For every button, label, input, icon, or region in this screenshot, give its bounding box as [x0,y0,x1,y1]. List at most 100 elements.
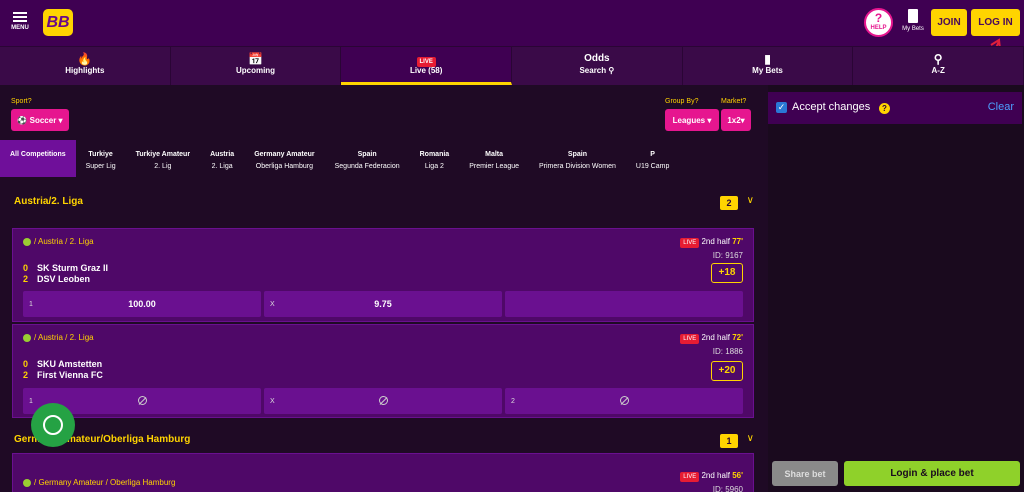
chevron-down-icon: ∨ [746,195,754,206]
competition-league: U19 Camp [635,163,670,170]
home-name: SKU Amstetten [37,359,103,369]
event-card[interactable]: / Austria / 2. Liga LIVE 2nd half 72' ID… [12,324,754,418]
competition-country: Malta [485,151,504,158]
my-bets-top-label: My Bets [902,26,924,32]
more-markets-button[interactable]: +18 [711,263,743,283]
menu-label: MENU [11,25,29,31]
league-group-header[interactable]: Germany Amateur/Oberliga Hamburg 1 ∨ [8,431,768,451]
login-place-bet-button[interactable]: Login & place bet [844,461,1020,486]
sport-value: Soccer [29,115,57,125]
my-bets-top-button[interactable]: My Bets [899,9,927,32]
competition-tab[interactable]: P U19 Camp [626,140,679,177]
event-path-text: / Austria / 2. Liga [34,237,94,246]
competition-league: 2. Lig [154,163,172,170]
question-icon: ? [874,11,883,25]
away-team: 2 DSV Leoben [23,274,90,284]
event-period: 2nd half [701,237,730,246]
odd-label: 1 [29,397,33,405]
live-badge: LIVE [680,472,700,482]
locked-icon [378,395,388,405]
tab-a-z[interactable]: ⚲ A-Z [853,47,1024,85]
competition-tab[interactable]: Spain Primera Division Women [529,140,626,177]
groupby-select[interactable]: Leagues ▾ [665,109,719,131]
ticket-icon [908,9,918,23]
whatsapp-button[interactable] [31,403,75,447]
odd-button-home[interactable]: 1 100.00 [23,291,261,317]
logo[interactable]: BB [43,9,73,36]
competition-tab[interactable]: Germany Amateur Oberliga Hamburg [244,140,324,177]
competition-country: Turkiye [88,151,113,158]
login-button[interactable]: LOG IN [971,9,1020,36]
competition-tab[interactable]: Romania Liga 2 [410,140,460,177]
accept-changes-row: ✓ Accept changes ? Clear [768,92,1022,124]
sport-select[interactable]: ⚽ Soccer ▾ [11,109,69,131]
odds-row: 1 100.00 X 9.75 [23,291,743,317]
sport-label: Sport? [11,98,32,105]
home-team: 0 SK Sturm Graz II [23,263,108,273]
tab-label: My Bets [752,66,783,75]
event-id: ID: 5960 [712,485,743,492]
odd-button-draw-locked[interactable]: X [264,388,502,414]
event-period: 2nd half [701,471,730,480]
tab-my-bets[interactable]: ▮ My Bets [683,47,854,85]
odd-button-away-locked[interactable]: 2 [505,388,743,414]
tab-highlights[interactable]: 🔥 Highlights [0,47,171,85]
competition-league: Segunda Federacion [334,163,400,170]
event-minute: 72' [732,333,743,342]
event-card[interactable]: / Austria / 2. Liga LIVE 2nd half 77' ID… [12,228,754,322]
odd-button-draw[interactable]: X 9.75 [264,291,502,317]
tab-odds-search[interactable]: Odds Search ⚲ [512,47,683,85]
event-id: ID: 1886 [712,347,743,356]
competition-league: Liga 2 [424,163,444,170]
top-bar: MENU BB ? HELP My Bets JOIN LOG IN [0,0,1024,46]
market-select[interactable]: 1x2 ▾ [721,109,751,131]
event-card[interactable]: / Germany Amateur / Oberliga Hamburg LIV… [12,453,754,492]
info-icon[interactable]: ? [879,103,890,114]
competition-tab[interactable]: Austria 2. Liga [200,140,244,177]
tab-label: Upcoming [235,66,276,75]
event-minute: 56' [732,471,743,480]
competition-league: Primera Division Women [539,163,616,170]
tab-live[interactable]: LIVE Live (58) [341,47,513,85]
competition-tab[interactable]: Turkiye Super Lig [76,140,126,177]
tab-upcoming[interactable]: 📅 Upcoming [171,47,342,85]
odds-row: 1 X 2 [23,388,743,414]
competition-country: Spain [357,151,377,158]
help-button[interactable]: ? HELP [864,8,893,37]
events-panel: Sport? ⚽ Soccer ▾ Group By? Leagues ▾ Ma… [0,85,768,492]
competition-tab[interactable]: All Competitions [0,140,76,177]
join-button[interactable]: JOIN [931,9,967,36]
competition-tab[interactable]: Malta Premier League [459,140,529,177]
away-score: 2 [23,370,29,380]
away-name: DSV Leoben [37,274,91,284]
chevron-down-icon: ∨ [746,433,754,444]
tab-label: A-Z [931,66,945,75]
share-bet-button[interactable]: Share bet [772,461,838,486]
competition-tab[interactable]: Turkiye Amateur 2. Lig [126,140,200,177]
more-markets-button[interactable]: +20 [711,361,743,381]
odd-button-away[interactable] [505,291,743,317]
event-path-text: / Germany Amateur / Oberliga Hamburg [34,478,176,487]
competition-league: Premier League [469,163,519,170]
league-group-header[interactable]: Austria/2. Liga 2 ∨ [8,193,768,213]
market-value: 1x2 [727,115,741,125]
competition-tabs: All Competitions Turkiye Super Lig Turkiy… [0,140,768,177]
home-score: 0 [23,263,29,273]
whatsapp-icon [43,415,63,435]
competition-league: Oberliga Hamburg [255,163,313,170]
competition-country: Romania [419,151,450,158]
search-icon: ⚲ [608,66,615,75]
hamburger-icon [13,12,27,22]
competition-tab[interactable]: Spain Segunda Federacion [325,140,410,177]
home-score: 0 [23,359,29,369]
competition-league: Super Lig [85,163,116,170]
competition-name: All Competitions [10,151,66,158]
home-team: 0 SKU Amstetten [23,359,102,369]
menu-button[interactable]: MENU [8,10,32,36]
odd-label: X [270,300,275,308]
event-path: / Germany Amateur / Oberliga Hamburg [23,478,175,487]
away-score: 2 [23,274,29,284]
accept-changes-checkbox[interactable]: ✓ [776,102,787,113]
clear-button[interactable]: Clear [988,101,1014,113]
event-period: 2nd half [701,333,730,342]
